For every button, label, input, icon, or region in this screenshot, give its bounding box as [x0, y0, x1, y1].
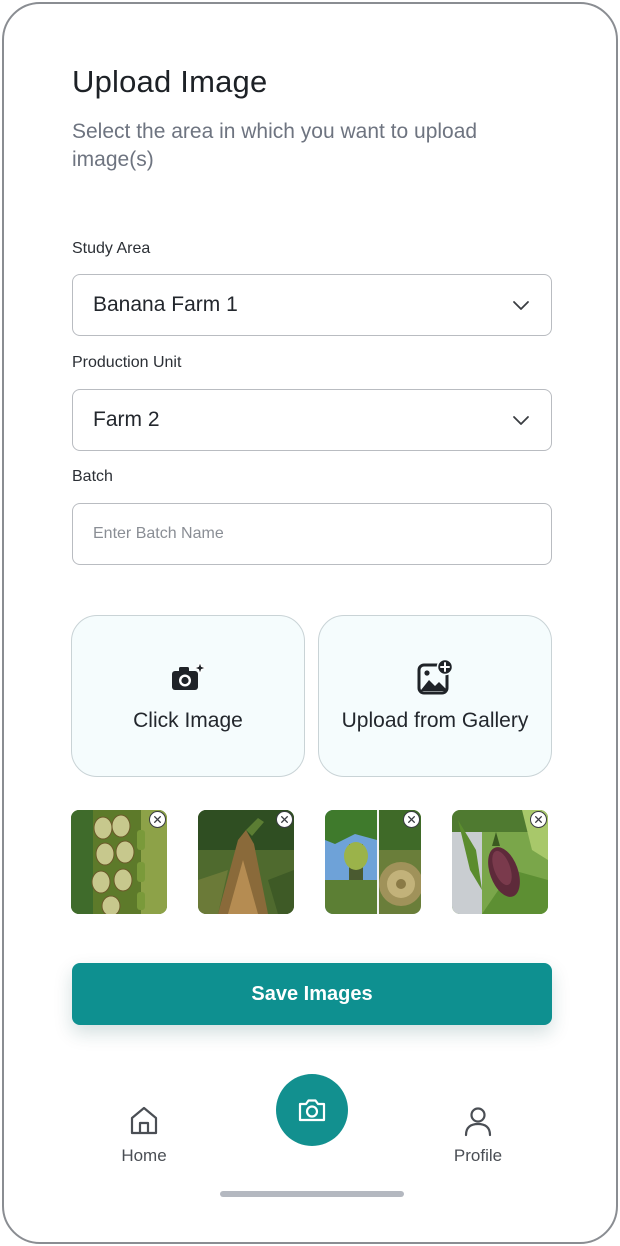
phone-frame: Upload Image Select the area in which yo… — [2, 2, 618, 1244]
image-thumbnail[interactable] — [325, 810, 421, 914]
image-thumbnail[interactable] — [452, 810, 548, 914]
upload-from-gallery-label: Upload from Gallery — [341, 709, 529, 732]
nav-profile[interactable]: Profile — [428, 1104, 528, 1166]
production-unit-label: Production Unit — [72, 354, 182, 371]
close-circle-icon — [407, 815, 416, 824]
study-area-select[interactable]: Banana Farm 1 — [72, 274, 552, 336]
save-images-button[interactable]: Save Images — [72, 963, 552, 1025]
study-area-label: Study Area — [72, 240, 151, 257]
nav-home-label: Home — [121, 1146, 167, 1165]
user-icon — [464, 1107, 492, 1137]
camera-fab-button[interactable] — [276, 1074, 348, 1146]
batch-label: Batch — [72, 468, 113, 485]
close-circle-icon — [280, 815, 289, 824]
chevron-down-icon — [513, 416, 529, 425]
production-unit-select[interactable]: Farm 2 — [72, 389, 552, 451]
close-circle-icon — [534, 815, 543, 824]
page-title: Upload Image — [72, 64, 268, 99]
close-circle-icon — [153, 815, 162, 824]
click-image-label: Click Image — [133, 709, 243, 732]
chevron-down-icon — [513, 301, 529, 310]
gallery-add-icon — [417, 659, 454, 695]
remove-image-button[interactable] — [403, 811, 420, 828]
home-icon — [130, 1106, 158, 1135]
home-indicator — [220, 1191, 404, 1197]
production-unit-value: Farm 2 — [93, 408, 160, 431]
image-thumbnail[interactable] — [198, 810, 294, 914]
camera-sparkle-icon — [172, 660, 207, 690]
remove-image-button[interactable] — [276, 811, 293, 828]
image-thumbnail[interactable] — [71, 810, 167, 914]
click-image-button[interactable]: Click Image — [71, 615, 305, 777]
batch-name-input[interactable] — [93, 525, 531, 543]
nav-home[interactable]: Home — [94, 1104, 194, 1166]
page-subtitle: Select the area in which you want to upl… — [72, 120, 478, 171]
remove-image-button[interactable] — [149, 811, 166, 828]
nav-profile-label: Profile — [453, 1146, 503, 1165]
remove-image-button[interactable] — [530, 811, 547, 828]
study-area-value: Banana Farm 1 — [93, 293, 238, 316]
camera-icon — [298, 1099, 326, 1122]
upload-from-gallery-button[interactable]: Upload from Gallery — [318, 615, 552, 777]
batch-field[interactable] — [72, 503, 552, 565]
